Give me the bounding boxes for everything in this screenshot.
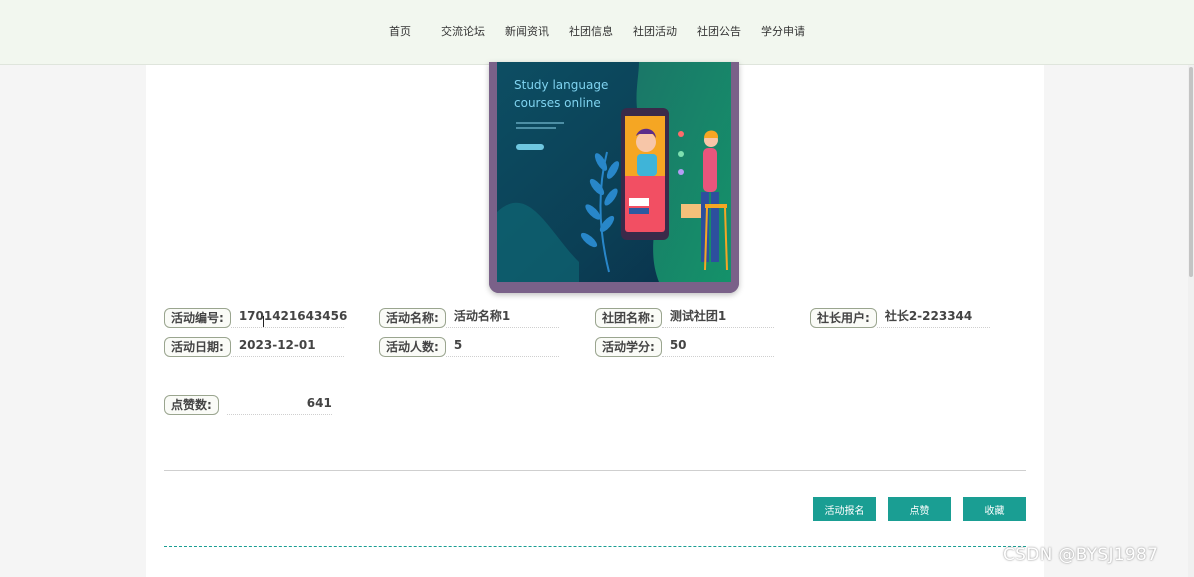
value-club-name: 测试社团1: [661, 308, 774, 328]
value-likes: 641: [226, 395, 332, 415]
value-credits: 50: [661, 337, 774, 357]
scrollbar-thumb[interactable]: [1189, 67, 1193, 277]
page-scrollbar[interactable]: [1188, 65, 1194, 577]
field-participants: 活动人数: 5: [379, 337, 559, 357]
nav-credit-apply[interactable]: 学分申请: [751, 0, 815, 64]
value-leader-user: 社长2-223344: [876, 308, 990, 328]
top-navigation: 首页 交流论坛 新闻资讯 社团信息 社团活动 社团公告 学分申请: [0, 0, 1194, 65]
nav-items: 首页 交流论坛 新闻资讯 社团信息 社团活动 社团公告 学分申请: [379, 0, 815, 64]
cover-title-line1: Study language: [514, 78, 608, 92]
nav-club-notices[interactable]: 社团公告: [687, 0, 751, 64]
label-activity-name: 活动名称:: [379, 308, 446, 328]
label-leader-user: 社长用户:: [810, 308, 877, 328]
field-club-name: 社团名称: 测试社团1: [595, 308, 774, 328]
label-credits: 活动学分:: [595, 337, 662, 357]
field-activity-no: 活动编号: 1701421643456: [164, 308, 347, 328]
label-club-name: 社团名称:: [595, 308, 662, 328]
label-activity-no: 活动编号:: [164, 308, 231, 328]
favorite-button[interactable]: 收藏: [963, 497, 1026, 521]
activity-cover-image: Study language courses online: [489, 62, 739, 293]
field-activity-name: 活动名称: 活动名称1: [379, 308, 559, 328]
text-cursor-icon: [263, 316, 264, 327]
nav-home[interactable]: 首页: [379, 0, 431, 64]
value-activity-name: 活动名称1: [445, 308, 559, 328]
value-activity-no: 1701421643456: [230, 308, 347, 328]
field-leader-user: 社长用户: 社长2-223344: [810, 308, 990, 328]
nav-club-info[interactable]: 社团信息: [559, 0, 623, 64]
value-participants: 5: [445, 337, 559, 357]
field-likes: 点赞数: 641: [164, 395, 332, 415]
value-activity-date: 2023-12-01: [230, 337, 344, 357]
signup-button[interactable]: 活动报名: [813, 497, 876, 521]
nav-news[interactable]: 新闻资讯: [495, 0, 559, 64]
watermark: CSDN @BYSJ1987: [1003, 545, 1159, 565]
like-button[interactable]: 点赞: [888, 497, 951, 521]
nav-forum[interactable]: 交流论坛: [431, 0, 495, 64]
label-activity-date: 活动日期:: [164, 337, 231, 357]
nav-club-activities[interactable]: 社团活动: [623, 0, 687, 64]
field-activity-date: 活动日期: 2023-12-01: [164, 337, 344, 357]
label-likes: 点赞数:: [164, 395, 219, 415]
dashed-separator: [164, 546, 1026, 547]
label-participants: 活动人数:: [379, 337, 446, 357]
field-credits: 活动学分: 50: [595, 337, 774, 357]
section-divider: [164, 470, 1026, 471]
cover-title-line2: courses online: [514, 96, 601, 110]
